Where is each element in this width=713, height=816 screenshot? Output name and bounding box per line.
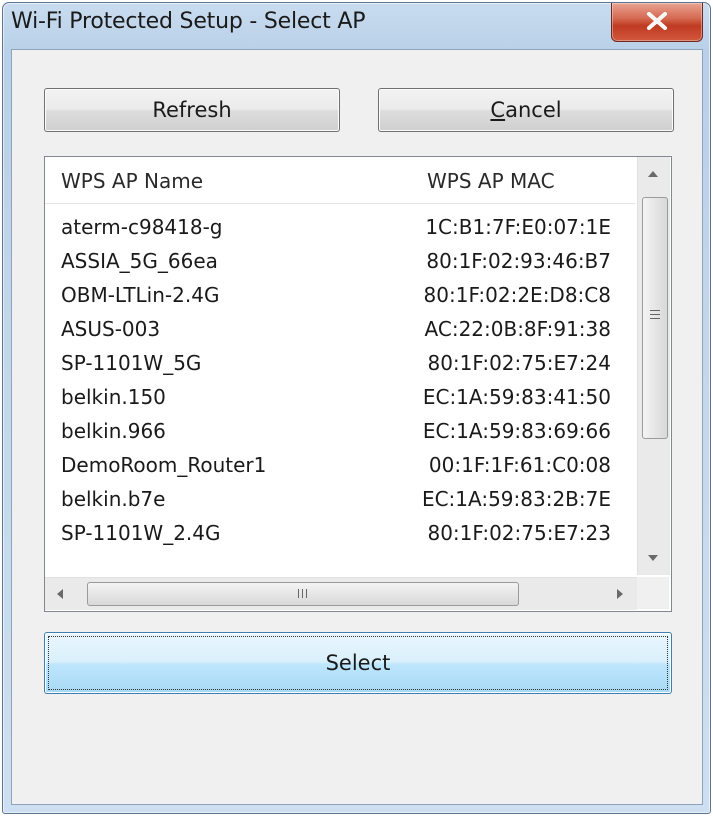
ap-name: ASSIA_5G_66ea (61, 249, 218, 273)
refresh-button[interactable]: Refresh (44, 88, 340, 132)
select-button[interactable]: Select (44, 632, 672, 694)
column-header-name[interactable]: WPS AP Name (61, 157, 203, 201)
ap-name: belkin.b7e (61, 487, 166, 511)
ap-mac: EC:1A:59:83:69:66 (422, 419, 611, 443)
list-item[interactable]: DemoRoom_Router1 00:1F:1F:61:C0:08 (45, 451, 635, 485)
ap-mac: 00:1F:1F:61:C0:08 (428, 453, 611, 477)
ap-mac: 1C:B1:7F:E0:07:1E (425, 215, 611, 239)
scroll-left-arrow-icon[interactable] (57, 589, 63, 599)
ap-name: belkin.150 (61, 385, 166, 409)
list-item[interactable]: OBM-LTLin-2.4G 80:1F:02:2E:D8:C8 (45, 281, 635, 315)
title-bar[interactable]: Wi-Fi Protected Setup - Select AP (3, 3, 710, 47)
ap-name: aterm-c98418-g (61, 215, 223, 239)
grip-line (298, 589, 299, 598)
ap-mac: AC:22:0B:8F:91:38 (424, 317, 611, 341)
ap-list[interactable]: WPS AP Name WPS AP MAC aterm-c98418-g 1C… (44, 156, 672, 612)
scroll-up-arrow-icon[interactable] (648, 171, 658, 177)
ap-name: ASUS-003 (61, 317, 161, 341)
dialog-window: Wi-Fi Protected Setup - Select AP Refres… (2, 2, 711, 814)
horizontal-scrollbar[interactable] (45, 577, 637, 610)
horizontal-scroll-thumb[interactable] (87, 582, 519, 606)
list-item[interactable]: ASUS-003 AC:22:0B:8F:91:38 (45, 315, 635, 349)
list-item[interactable]: belkin.b7e EC:1A:59:83:2B:7E (45, 485, 635, 519)
close-button[interactable] (611, 3, 703, 42)
ap-mac: 80:1F:02:93:46:B7 (426, 249, 611, 273)
scrollbar-corner (637, 577, 669, 609)
ap-name: SP-1101W_5G (61, 351, 202, 375)
ap-mac: EC:1A:59:83:2B:7E (421, 487, 611, 511)
header-divider (45, 203, 635, 204)
list-item[interactable]: ASSIA_5G_66ea 80:1F:02:93:46:B7 (45, 247, 635, 281)
ap-mac: 80:1F:02:75:E7:23 (427, 521, 611, 545)
grip-line (306, 589, 307, 598)
dialog-client-area: Refresh Cancel WPS AP Name WPS AP MAC at… (11, 49, 703, 805)
scroll-right-arrow-icon[interactable] (617, 589, 623, 599)
vertical-scrollbar[interactable] (637, 157, 670, 575)
ap-name: belkin.966 (61, 419, 166, 443)
grip-line (650, 314, 660, 315)
cancel-mnemonic: C (490, 98, 506, 122)
ap-mac: 80:1F:02:75:E7:24 (427, 351, 611, 375)
ap-mac: 80:1F:02:2E:D8:C8 (423, 283, 611, 307)
grip-line (650, 318, 660, 319)
list-item[interactable]: belkin.966 EC:1A:59:83:69:66 (45, 417, 635, 451)
vertical-scroll-thumb[interactable] (642, 197, 668, 439)
cancel-button[interactable]: Cancel (378, 88, 674, 132)
cancel-label-rest: ancel (505, 98, 562, 122)
ap-name: DemoRoom_Router1 (61, 453, 267, 477)
grip-line (302, 589, 303, 598)
list-item[interactable]: SP-1101W_5G 80:1F:02:75:E7:24 (45, 349, 635, 383)
list-item[interactable]: belkin.150 EC:1A:59:83:41:50 (45, 383, 635, 417)
close-icon (647, 12, 667, 30)
ap-mac: EC:1A:59:83:41:50 (422, 385, 611, 409)
list-item[interactable]: aterm-c98418-g 1C:B1:7F:E0:07:1E (45, 213, 635, 247)
list-item[interactable]: SP-1101W_2.4G 80:1F:02:75:E7:23 (45, 519, 635, 553)
grip-line (650, 310, 660, 311)
column-header-mac[interactable]: WPS AP MAC (427, 157, 555, 201)
focus-ring (48, 636, 668, 690)
scroll-down-arrow-icon[interactable] (648, 555, 658, 561)
ap-name: SP-1101W_2.4G (61, 521, 221, 545)
ap-name: OBM-LTLin-2.4G (61, 283, 220, 307)
window-title: Wi-Fi Protected Setup - Select AP (11, 9, 366, 34)
